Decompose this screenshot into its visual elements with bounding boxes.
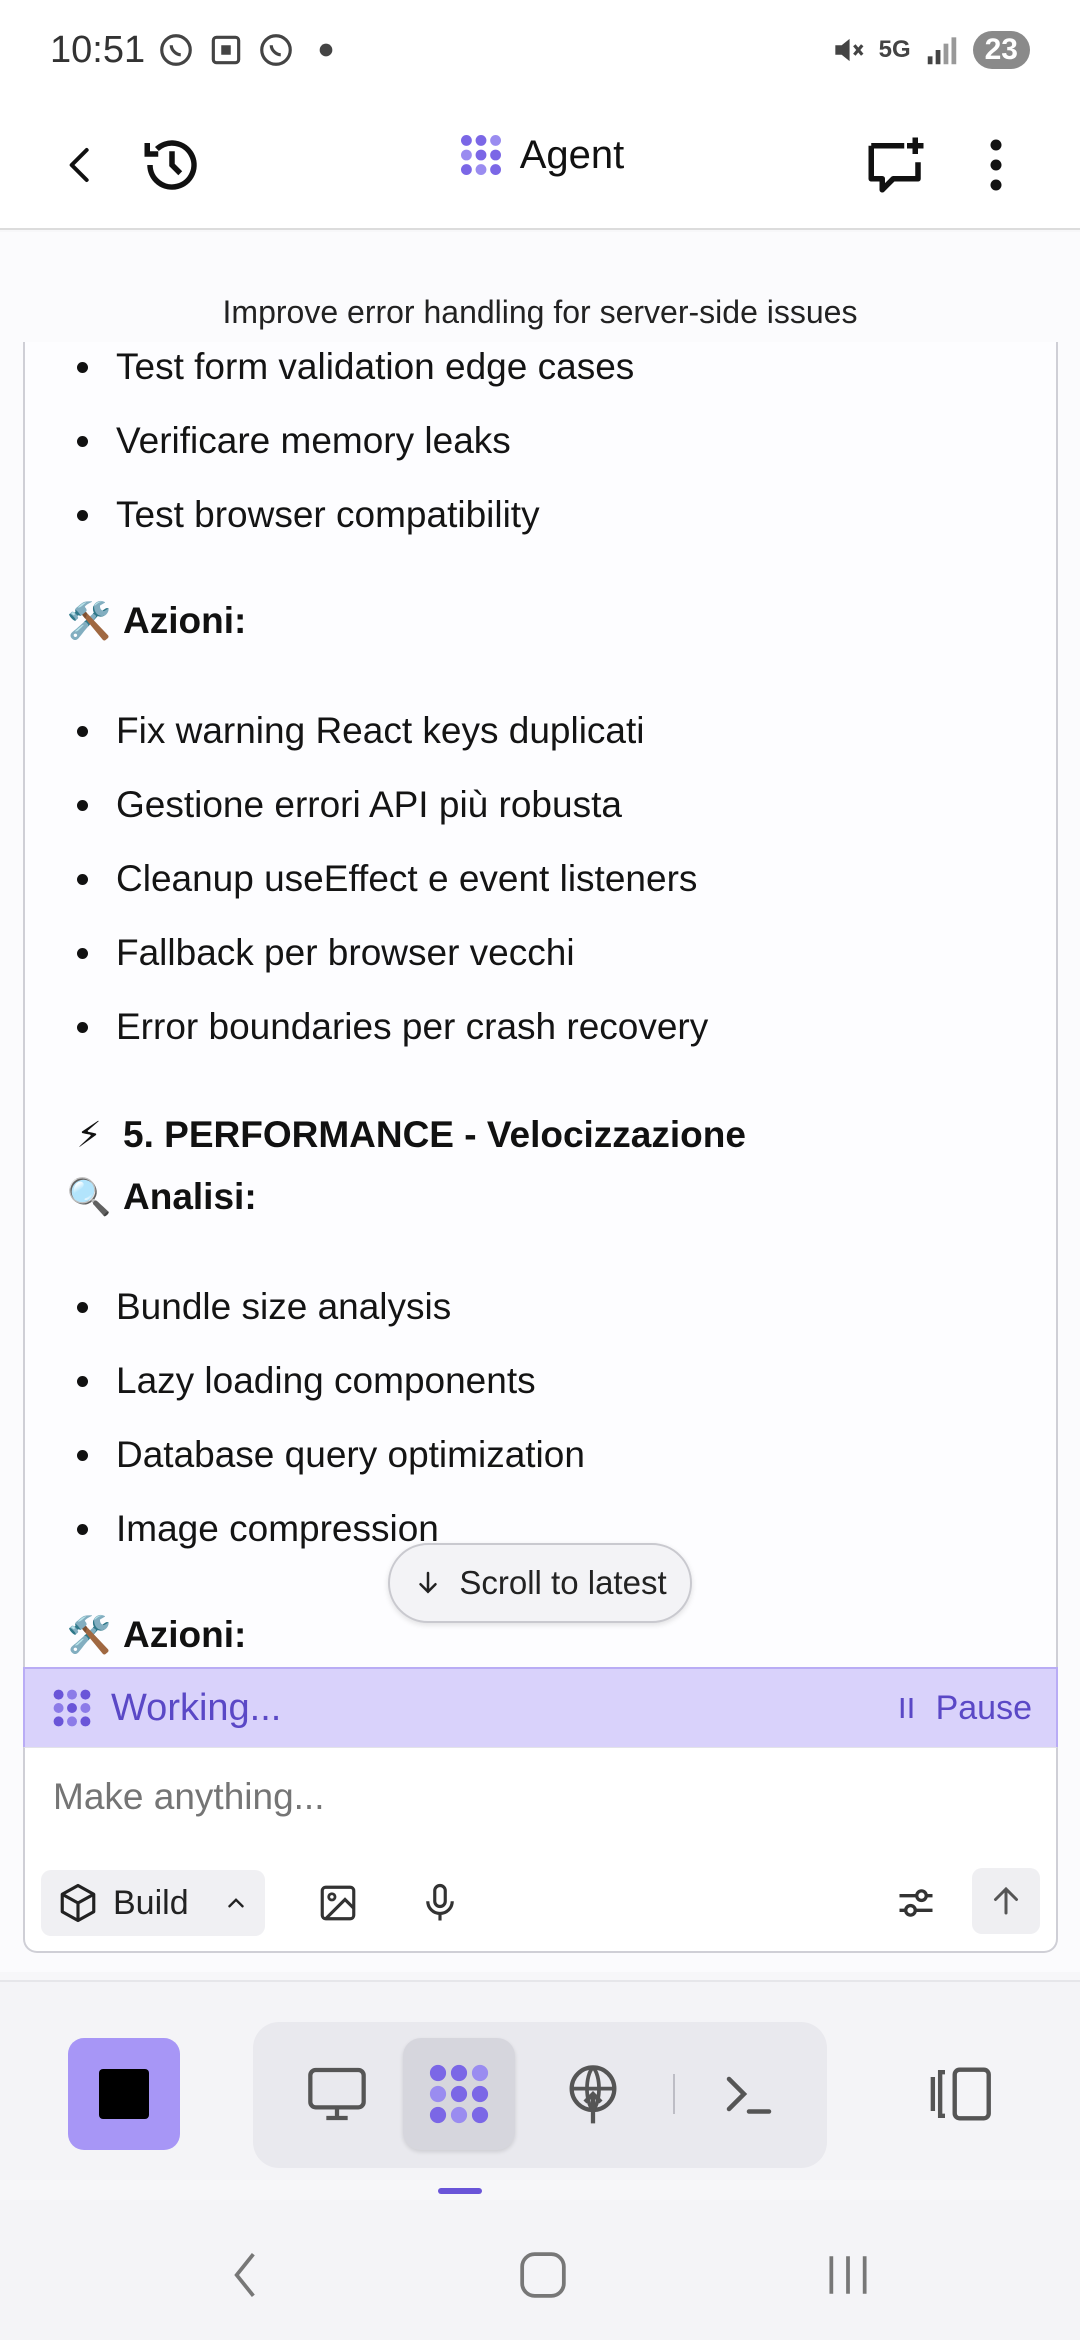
panel-layout-icon	[930, 2067, 991, 2121]
tab-deploy[interactable]	[537, 2038, 649, 2150]
more-options-button[interactable]	[956, 125, 1036, 205]
lightning-icon: ⚡	[76, 1114, 102, 1155]
list-item: Verificare memory leaks	[77, 420, 511, 462]
list-item: Database query optimization	[77, 1434, 585, 1476]
pause-button[interactable]: Pause	[896, 1689, 1032, 1728]
new-chat-icon	[868, 137, 924, 193]
terminal-icon	[726, 2076, 772, 2114]
list-item: Fallback per browser vecchi	[77, 932, 575, 974]
layout-toggle-button[interactable]	[920, 2038, 1004, 2150]
list-item: Lazy loading components	[77, 1360, 536, 1402]
stop-icon	[99, 2069, 149, 2119]
status-left: 10:51	[50, 29, 345, 72]
actions-heading: 🛠️ Azioni:	[66, 600, 247, 641]
attach-image-button[interactable]	[307, 1872, 369, 1934]
system-back-button[interactable]	[205, 2240, 285, 2310]
task-title: Improve error handling for server-side i…	[222, 294, 858, 330]
list-item: Test browser compatibility	[77, 494, 540, 536]
settings-button[interactable]	[885, 1872, 947, 1934]
recents-icon	[829, 2256, 867, 2294]
microphone-icon	[426, 1883, 454, 1921]
composer: Build	[23, 1747, 1058, 1953]
tab-divider	[673, 2074, 675, 2114]
status-right: 5G 23	[829, 31, 1030, 69]
section-heading: ⚡ 5. PERFORMANCE - Velocizzazione	[65, 1114, 746, 1156]
status-time: 10:51	[50, 28, 146, 71]
list-item: Gestione errori API più robusta	[77, 784, 622, 826]
notification-dot-icon	[319, 43, 333, 57]
list-item: Cleanup useEffect e event listeners	[77, 858, 697, 900]
working-label: Working...	[111, 1686, 282, 1729]
actions-heading: 🛠️ Azioni:	[66, 1614, 247, 1655]
chevron-left-icon	[234, 2252, 255, 2298]
globe-upload-icon	[569, 2065, 617, 2124]
mute-icon	[834, 38, 864, 62]
agent-logo-icon	[460, 135, 501, 175]
active-tab-indicator	[438, 2188, 482, 2194]
agent-logo-icon	[53, 1689, 91, 1727]
chevron-up-icon	[228, 1898, 244, 1908]
network-type: 5G	[878, 36, 911, 63]
view-tabs	[253, 2022, 827, 2168]
list-item: Test form validation edge cases	[77, 346, 634, 388]
image-icon	[320, 1885, 356, 1921]
build-mode-button[interactable]: Build	[41, 1870, 265, 1936]
system-home-button[interactable]	[503, 2240, 583, 2310]
status-bar: 10:51 5G 23	[0, 0, 1080, 100]
new-chat-button[interactable]	[856, 125, 936, 205]
magnifier-icon: 🔍	[66, 1176, 112, 1217]
working-status-bar: Working... Pause	[23, 1667, 1058, 1747]
arrow-up-icon	[994, 1886, 1018, 1915]
system-recents-button[interactable]	[808, 2240, 888, 2310]
list-item: Bundle size analysis	[77, 1286, 451, 1328]
list-item: Fix warning React keys duplicati	[77, 710, 645, 752]
system-navigation-bar	[0, 2200, 1080, 2340]
tools-icon: 🛠️	[66, 1614, 112, 1655]
scroll-to-latest-button[interactable]: Scroll to latest	[388, 1543, 692, 1623]
tools-icon: 🛠️	[66, 600, 112, 641]
cube-icon	[60, 1883, 96, 1923]
tab-preview[interactable]	[281, 2038, 393, 2150]
whatsapp-icon	[260, 34, 292, 66]
agent-logo-icon	[429, 2064, 489, 2124]
home-icon	[520, 2252, 566, 2298]
voice-input-button[interactable]	[409, 1872, 471, 1934]
pause-icon	[900, 1698, 913, 1718]
app-header: Agent	[0, 100, 1080, 230]
page-title: Agent	[519, 132, 625, 177]
arrow-down-icon	[419, 1571, 438, 1594]
analysis-heading: 🔍 Analisi:	[66, 1176, 257, 1217]
tab-shell[interactable]	[693, 2038, 805, 2150]
more-vertical-icon	[990, 139, 1002, 191]
sliders-icon	[899, 1889, 933, 1917]
message-input[interactable]	[53, 1776, 953, 1818]
agent-message-panel[interactable]: Test form validation edge cases Verifica…	[23, 342, 1058, 1872]
bottom-toolbar	[0, 1980, 1080, 2180]
battery-indicator: 23	[972, 31, 1030, 69]
screenshot-icon	[211, 35, 241, 65]
monitor-icon	[308, 2067, 366, 2121]
list-item: Image compression	[77, 1508, 439, 1550]
stop-button[interactable]	[68, 2038, 180, 2150]
send-button[interactable]	[972, 1868, 1040, 1934]
signal-icon	[927, 37, 956, 65]
whatsapp-icon	[160, 34, 192, 66]
list-item: Error boundaries per crash recovery	[77, 1006, 708, 1048]
tab-agent[interactable]	[403, 2038, 515, 2150]
